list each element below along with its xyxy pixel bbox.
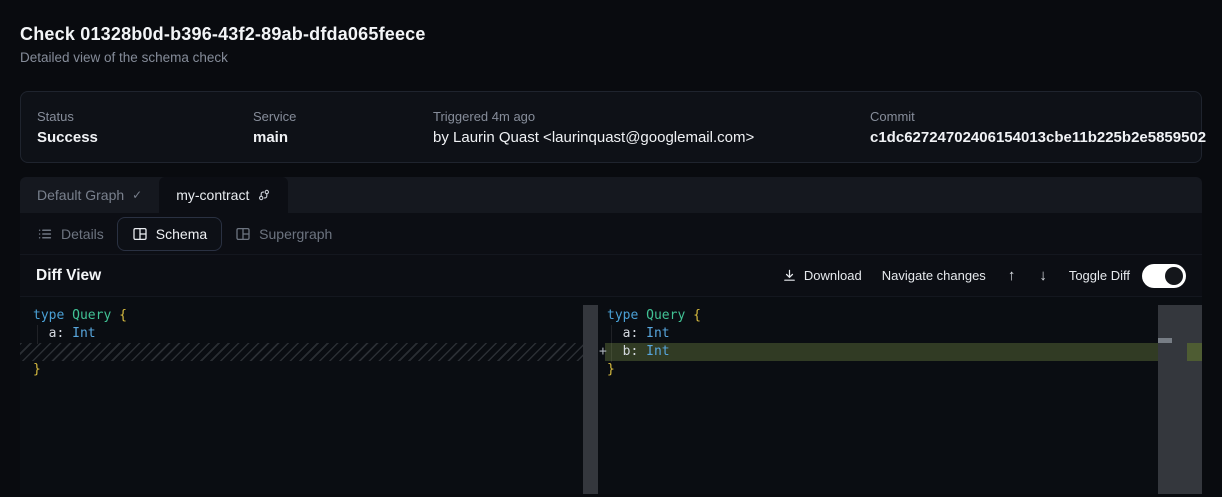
tab-my-contract-label: my-contract: [176, 187, 249, 203]
diff-toolbar: Diff View Download Navigate changes: [20, 255, 1202, 297]
overview-ruler-added-marker: [1187, 343, 1202, 361]
indent: [607, 326, 623, 341]
tab-supergraph-label: Supergraph: [259, 226, 332, 242]
brace-token: }: [607, 362, 615, 377]
brace-token: {: [693, 308, 701, 323]
navigate-changes-label: Navigate changes: [882, 268, 986, 283]
previous-change-button[interactable]: ↑: [1006, 267, 1018, 284]
navigate-changes-button[interactable]: Navigate changes: [882, 268, 986, 283]
tab-my-contract[interactable]: my-contract: [159, 177, 288, 213]
diff-pane-after: + type Query { a: Int b: Int }: [598, 297, 1202, 494]
toggle-diff-group: Toggle Diff: [1069, 264, 1186, 288]
check-icon: ✓: [132, 188, 142, 202]
tab-default-graph-label: Default Graph: [37, 187, 124, 203]
status-value: Success: [37, 129, 253, 146]
scalar-token: Int: [646, 344, 669, 359]
diff-actions: Download Navigate changes ↑ ↓ Toggle Dif…: [782, 264, 1186, 288]
code-line: a: Int: [20, 325, 598, 343]
space: [64, 308, 72, 323]
field-token: a:: [49, 326, 65, 341]
code-line: }: [20, 361, 598, 379]
space: [685, 308, 693, 323]
indent: [33, 326, 49, 341]
scrollbar-thumb[interactable]: [1158, 338, 1172, 343]
arrow-up-icon: ↑: [1008, 267, 1016, 284]
code-line: type Query {: [598, 307, 1202, 325]
scalar-token: Int: [646, 326, 669, 341]
typename-token: Query: [72, 308, 111, 323]
list-icon: [37, 226, 53, 242]
code-line: }: [598, 361, 1202, 379]
service-label: Service: [253, 109, 433, 124]
scrollbar-right[interactable]: [1158, 305, 1202, 494]
keyword-token: type: [33, 308, 64, 323]
download-icon: [782, 268, 797, 283]
schema-check-page: Check 01328b0d-b396-43f2-89ab-dfda065fee…: [0, 0, 1222, 497]
download-button[interactable]: Download: [782, 268, 862, 283]
added-line-marker: +: [599, 343, 607, 361]
columns-icon: [235, 226, 251, 242]
code-line-added: b: Int: [598, 343, 1202, 361]
space: [638, 344, 646, 359]
download-label: Download: [804, 268, 862, 283]
triggered-label: Triggered 4m ago: [433, 109, 870, 124]
tab-default-graph[interactable]: Default Graph ✓: [20, 177, 159, 213]
space: [111, 308, 119, 323]
commit-field: Commit c1dc62724702406154013cbe11b225b2e…: [870, 109, 1185, 146]
scrollbar-left[interactable]: [583, 305, 598, 494]
next-change-button[interactable]: ↓: [1037, 267, 1049, 284]
tab-details-label: Details: [61, 226, 104, 242]
schema-diff-editor: type Query { a: Int } + type Query { a: …: [20, 297, 1202, 494]
page-title: Check 01328b0d-b396-43f2-89ab-dfda065fee…: [20, 0, 1202, 45]
field-token: b:: [623, 344, 639, 359]
git-compare-icon: [257, 188, 271, 202]
tab-schema-label: Schema: [156, 226, 207, 242]
status-label: Status: [37, 109, 253, 124]
toggle-diff-label: Toggle Diff: [1069, 268, 1130, 283]
diff-removed-placeholder: [20, 343, 598, 361]
tab-details[interactable]: Details: [36, 225, 105, 243]
commit-value: c1dc62724702406154013cbe11b225b2e5859502: [870, 129, 1185, 146]
brace-token: }: [33, 362, 41, 377]
service-field: Service main: [253, 109, 433, 146]
arrow-down-icon: ↓: [1039, 267, 1047, 284]
space: [64, 326, 72, 341]
service-value: main: [253, 129, 433, 146]
check-summary-card: Status Success Service main Triggered 4m…: [20, 91, 1202, 163]
page-subtitle: Detailed view of the schema check: [20, 50, 1202, 65]
view-subtabs: Details Schema: [20, 213, 1202, 255]
diff-view-title: Diff View: [36, 267, 101, 285]
toggle-diff-switch[interactable]: [1142, 264, 1186, 288]
triggered-value: by Laurin Quast <laurinquast@googlemail.…: [433, 129, 870, 146]
scalar-token: Int: [72, 326, 95, 341]
code-line: a: Int: [598, 325, 1202, 343]
columns-icon: [132, 226, 148, 242]
code-line: type Query {: [20, 307, 598, 325]
triggered-field: Triggered 4m ago by Laurin Quast <laurin…: [433, 109, 870, 146]
typename-token: Query: [646, 308, 685, 323]
tab-supergraph[interactable]: Supergraph: [234, 225, 333, 243]
graph-tabbar: Default Graph ✓ my-contract: [20, 177, 1202, 213]
check-detail-panel: Details Schema: [20, 213, 1202, 494]
space: [638, 326, 646, 341]
keyword-token: type: [607, 308, 638, 323]
commit-label: Commit: [870, 109, 1185, 124]
brace-token: {: [119, 308, 127, 323]
status-field: Status Success: [37, 109, 253, 146]
tab-schema[interactable]: Schema: [117, 217, 222, 251]
indent: [607, 344, 623, 359]
toggle-knob: [1165, 267, 1183, 285]
diff-pane-before: type Query { a: Int }: [20, 297, 598, 494]
space: [638, 308, 646, 323]
field-token: a:: [623, 326, 639, 341]
